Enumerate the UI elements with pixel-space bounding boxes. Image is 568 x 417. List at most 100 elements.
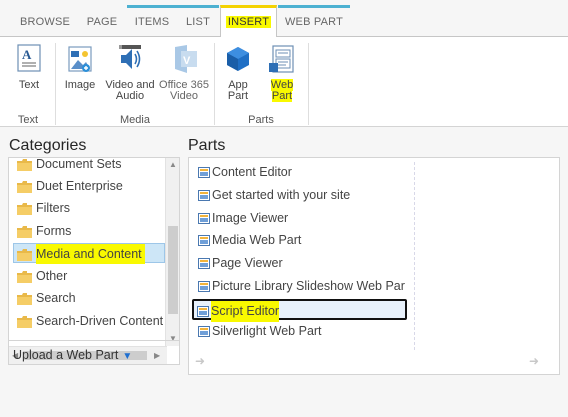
folder-icon xyxy=(17,203,32,215)
web-part-adder: Categories Parts Document Sets Duet Enter… xyxy=(0,127,568,417)
categories-scroll-thumb[interactable] xyxy=(168,226,178,314)
ribbon-tab-bar: BROWSE PAGE ITEMS LIST INSERT WEB PART xyxy=(0,0,568,38)
category-label: Other xyxy=(36,269,68,283)
part-label: Media Web Part xyxy=(212,233,302,247)
web-part-item-icon xyxy=(198,167,210,178)
parts-divider xyxy=(414,162,415,350)
office365-video-button[interactable]: V Office 365 Video xyxy=(158,43,210,102)
folder-icon xyxy=(17,159,32,171)
app-part-icon xyxy=(227,47,249,71)
scroll-up-icon[interactable]: ▲ xyxy=(169,160,177,169)
group-separator xyxy=(214,43,215,125)
folder-icon xyxy=(17,316,32,328)
tab-list[interactable]: LIST xyxy=(177,5,219,37)
folder-icon xyxy=(17,293,32,305)
category-label: Forms xyxy=(36,224,72,238)
app-part-button[interactable]: App Part xyxy=(220,43,256,102)
video-audio-label-2: Audio xyxy=(115,90,145,102)
text-button[interactable]: A Text xyxy=(13,43,45,91)
category-item[interactable]: Media and Content xyxy=(13,243,165,264)
category-item[interactable]: Search-Driven Content xyxy=(14,311,164,331)
category-label: Media and Content xyxy=(36,244,145,264)
category-label: Search-Driven Content xyxy=(36,314,164,328)
web-part-item-icon xyxy=(198,190,210,201)
text-button-label: Text xyxy=(18,79,40,91)
chevron-down-icon: ▼ xyxy=(122,351,133,362)
group-label-media: Media xyxy=(120,114,150,126)
categories-items: Document Sets Duet Enterprise Filters Forms… xyxy=(9,158,167,346)
web-part-label-2: Part xyxy=(271,90,293,102)
web-part-item-icon xyxy=(198,326,210,337)
part-label: Image Viewer xyxy=(212,211,289,225)
video-audio-button[interactable]: Video and Audio xyxy=(103,43,157,102)
web-part-item-icon xyxy=(198,235,210,246)
tab-items-label: ITEMS xyxy=(134,16,170,28)
group-label-text: Text xyxy=(17,114,39,126)
category-label: Filters xyxy=(36,201,71,215)
categories-vertical-scrollbar[interactable]: ▲ ▼ xyxy=(165,158,179,346)
category-item[interactable]: Other xyxy=(14,266,164,286)
category-item[interactable]: Search xyxy=(14,288,164,308)
tab-insert[interactable]: INSERT xyxy=(220,5,277,38)
web-part-item-icon xyxy=(198,281,210,292)
category-item[interactable]: Filters xyxy=(14,198,164,218)
tab-page-label: PAGE xyxy=(86,16,118,28)
tab-list-label: LIST xyxy=(185,16,211,28)
part-label: Get started with your site xyxy=(212,188,351,202)
video-audio-icon xyxy=(119,45,141,69)
web-part-button[interactable]: Web Part xyxy=(262,43,302,102)
categories-heading: Categories xyxy=(9,137,87,154)
category-item[interactable]: Document Sets xyxy=(14,158,164,174)
tab-web-part[interactable]: WEB PART xyxy=(278,5,350,37)
office365-video-label-2: Video xyxy=(170,90,198,102)
tab-browse[interactable]: BROWSE xyxy=(12,8,78,37)
category-label: Search xyxy=(36,291,76,305)
part-item[interactable]: Media Web Part xyxy=(195,230,409,251)
web-part-item-icon xyxy=(198,213,210,224)
parts-next-icon[interactable]: ➜ xyxy=(529,354,539,368)
app-part-label-2: Part xyxy=(227,90,249,102)
text-icon: A xyxy=(17,44,41,72)
part-item[interactable]: Picture Library Slideshow Web Par xyxy=(195,276,409,297)
tab-insert-label: INSERT xyxy=(225,16,272,28)
part-item[interactable]: Page Viewer xyxy=(195,253,409,274)
folder-icon xyxy=(17,249,32,261)
category-item[interactable]: Duet Enterprise xyxy=(14,176,164,196)
folder-icon xyxy=(17,181,32,193)
image-button-label: Image xyxy=(64,79,96,91)
web-part-item-icon xyxy=(198,258,210,269)
tab-page[interactable]: PAGE xyxy=(78,8,126,37)
category-label: Document Sets xyxy=(36,158,122,171)
ribbon-insert: A Text Text Image Video and Audio V Offi… xyxy=(0,37,568,127)
upload-web-part-link[interactable]: Upload a Web Part ▼ xyxy=(8,340,180,368)
part-label: Script Editor xyxy=(211,301,280,322)
tab-web-part-label: WEB PART xyxy=(284,16,344,28)
office365-video-icon: V xyxy=(175,45,197,73)
web-part-item-icon xyxy=(197,306,209,317)
tab-browse-label: BROWSE xyxy=(19,16,71,28)
part-label: Picture Library Slideshow Web Par xyxy=(212,279,405,293)
part-label: Silverlight Web Part xyxy=(212,324,322,338)
part-item[interactable]: Image Viewer xyxy=(195,208,409,229)
group-label-parts: Parts xyxy=(248,114,274,126)
group-separator xyxy=(308,43,309,125)
part-item[interactable]: Content Editor xyxy=(195,162,409,183)
parts-heading: Parts xyxy=(188,137,226,154)
part-label: Content Editor xyxy=(212,165,292,179)
svg-text:V: V xyxy=(183,55,191,67)
category-label: Duet Enterprise xyxy=(36,179,123,193)
group-separator xyxy=(55,43,56,125)
parts-prev-icon[interactable]: ➜ xyxy=(195,354,205,368)
image-button[interactable]: Image xyxy=(62,43,98,91)
svg-text:A: A xyxy=(22,47,32,62)
categories-list: Document Sets Duet Enterprise Filters Forms… xyxy=(8,157,180,365)
part-item[interactable]: Silverlight Web Part xyxy=(195,321,409,342)
upload-web-part-label: Upload a Web Part xyxy=(13,348,119,362)
tab-items[interactable]: ITEMS xyxy=(127,5,177,37)
folder-icon xyxy=(17,226,32,238)
image-icon xyxy=(68,46,92,72)
part-item[interactable]: Script Editor xyxy=(192,299,407,322)
part-item[interactable]: Get started with your site xyxy=(195,185,409,206)
parts-list: Content Editor Get started with your site… xyxy=(188,157,560,375)
category-item[interactable]: Forms xyxy=(14,221,164,241)
